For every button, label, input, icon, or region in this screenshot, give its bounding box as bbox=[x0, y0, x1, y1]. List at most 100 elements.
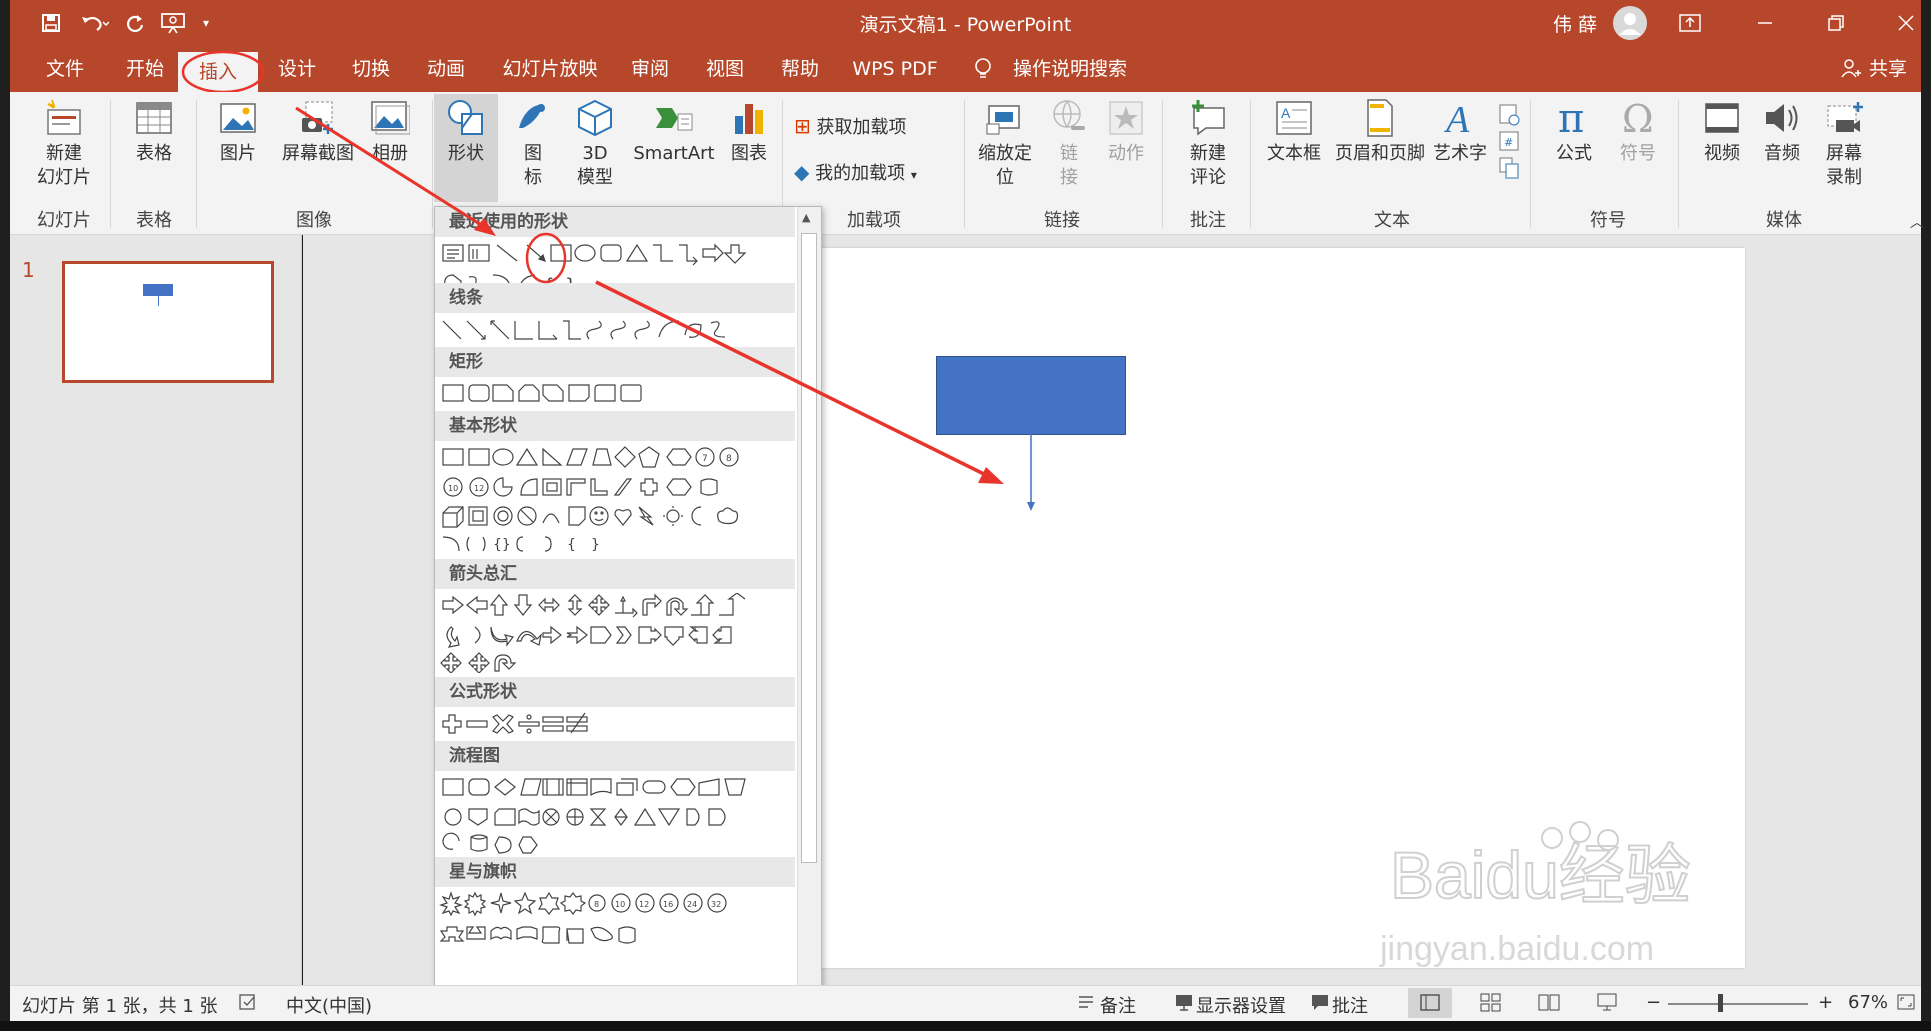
lines-row[interactable] bbox=[439, 317, 799, 345]
tab-animations[interactable]: 动画 bbox=[411, 46, 481, 92]
tab-home[interactable]: 开始 bbox=[110, 46, 180, 92]
spelling-icon[interactable] bbox=[238, 992, 258, 1017]
zoom-in-icon[interactable]: + bbox=[1818, 992, 1833, 1013]
slide-canvas[interactable]: Baidu经验 jingyan.baidu.com bbox=[820, 248, 1745, 968]
share-icon[interactable] bbox=[1838, 46, 1864, 92]
wordart-label: 艺术字 bbox=[1433, 143, 1487, 164]
thumbnail-arrow bbox=[158, 296, 159, 306]
tab-help[interactable]: 帮助 bbox=[765, 46, 835, 92]
3d-models-button[interactable]: 3D 模型 bbox=[562, 98, 628, 190]
svg-text:8: 8 bbox=[726, 454, 732, 464]
action-button[interactable]: 动作 bbox=[1098, 98, 1154, 166]
block-arrows-rows[interactable] bbox=[439, 593, 799, 673]
gallery-scrollbar[interactable]: ▲ ▼ bbox=[797, 207, 821, 1015]
zoom-slider-thumb[interactable] bbox=[1718, 994, 1723, 1012]
display-settings-button[interactable]: 显示器设置 bbox=[1196, 992, 1286, 1018]
collapse-ribbon-icon[interactable]: ︿ bbox=[1910, 212, 1924, 232]
basic-shapes-rows[interactable]: 7 8 10 12 {} { } bbox=[439, 445, 799, 553]
new-comment-button[interactable]: 新建 评论 bbox=[1176, 98, 1240, 190]
flowchart-rows[interactable] bbox=[439, 775, 799, 854]
chart-button[interactable]: 图表 bbox=[722, 98, 776, 166]
shapes-button[interactable]: 形状 bbox=[434, 94, 498, 202]
group-label-comments: 批注 bbox=[1190, 210, 1226, 231]
title-bar: ▾ 演示文稿1 - PowerPoint 伟 薛 bbox=[10, 0, 1921, 46]
chevron-down-icon: ▾ bbox=[910, 168, 917, 182]
tab-design[interactable]: 设计 bbox=[262, 46, 332, 92]
zoom-level[interactable]: 67% bbox=[1848, 992, 1888, 1013]
normal-view-button[interactable] bbox=[1408, 988, 1452, 1018]
new-slide-button[interactable]: 新建 幻灯片 bbox=[24, 98, 104, 190]
store-icon: ⊞ bbox=[794, 114, 811, 138]
ribbon-separator bbox=[964, 100, 965, 228]
display-settings-icon[interactable] bbox=[1174, 992, 1194, 1017]
lightbulb-icon[interactable] bbox=[968, 46, 998, 92]
fit-to-window-icon[interactable] bbox=[1896, 992, 1916, 1017]
slideshow-icon[interactable] bbox=[1596, 992, 1618, 1017]
equation-button[interactable]: π 公式 bbox=[1546, 98, 1602, 166]
photo-album-button[interactable]: 相册 bbox=[362, 98, 418, 166]
get-addins-button[interactable]: ⊞ 获取加载项 bbox=[794, 114, 934, 140]
comments-button[interactable]: 批注 bbox=[1332, 992, 1368, 1018]
text-small-buttons[interactable]: # bbox=[1494, 102, 1524, 189]
group-label-links: 链接 bbox=[1044, 210, 1080, 231]
photo-album-icon bbox=[371, 101, 410, 135]
3d-models-label: 3D 模型 bbox=[577, 143, 613, 188]
restore-icon[interactable] bbox=[1816, 6, 1856, 40]
reading-view-icon[interactable] bbox=[1538, 992, 1560, 1017]
tab-transitions[interactable]: 切换 bbox=[336, 46, 406, 92]
close-icon[interactable] bbox=[1886, 6, 1926, 40]
rectangles-row[interactable] bbox=[439, 381, 799, 409]
slide-thumbnail[interactable] bbox=[62, 261, 274, 383]
picture-button[interactable]: 图片 bbox=[210, 98, 266, 166]
category-lines: 线条 bbox=[435, 283, 795, 313]
svg-text:32: 32 bbox=[711, 900, 721, 909]
header-footer-button[interactable]: 页眉和页脚 bbox=[1330, 98, 1430, 166]
scroll-up-icon[interactable]: ▲ bbox=[802, 211, 810, 224]
tab-file[interactable]: 文件 bbox=[30, 46, 100, 92]
ribbon-display-options-icon[interactable] bbox=[1670, 6, 1710, 40]
screen-recording-button[interactable]: 屏幕 录制 bbox=[1814, 98, 1874, 190]
user-avatar[interactable] bbox=[1613, 6, 1647, 40]
link-button[interactable]: 链 接 bbox=[1044, 98, 1094, 190]
equation-shapes-row[interactable] bbox=[439, 711, 799, 739]
tell-me-search[interactable]: 操作说明搜索 bbox=[1005, 46, 1135, 92]
audio-label: 音频 bbox=[1764, 143, 1800, 164]
symbol-button[interactable]: Ω 符号 bbox=[1610, 98, 1666, 166]
my-addins-button[interactable]: ◆ 我的加载项 ▾ bbox=[794, 160, 954, 187]
scrollbar-thumb[interactable] bbox=[801, 233, 817, 863]
notes-icon[interactable] bbox=[1076, 992, 1096, 1017]
tab-wps-pdf[interactable]: WPS PDF bbox=[840, 46, 950, 92]
zoom-slider-track[interactable] bbox=[1668, 1003, 1808, 1005]
blue-rectangle-shape[interactable] bbox=[936, 356, 1126, 435]
wordart-button[interactable]: A 艺术字 bbox=[1430, 98, 1490, 166]
screenshot-button[interactable]: 屏幕截图 bbox=[272, 98, 364, 166]
audio-button[interactable]: 音频 bbox=[1754, 98, 1810, 166]
share-button[interactable]: 共享 bbox=[1866, 46, 1910, 92]
language-indicator[interactable]: 中文(中国) bbox=[286, 992, 372, 1018]
tab-review[interactable]: 审阅 bbox=[615, 46, 685, 92]
category-rectangles: 矩形 bbox=[435, 347, 795, 377]
minimize-icon[interactable] bbox=[1745, 6, 1785, 40]
tab-view[interactable]: 视图 bbox=[690, 46, 760, 92]
svg-text:A: A bbox=[1281, 105, 1291, 121]
ribbon-separator bbox=[1250, 100, 1251, 228]
category-basic-shapes: 基本形状 bbox=[435, 411, 795, 441]
connector-arrow-shape[interactable] bbox=[1020, 434, 1042, 514]
comments-icon[interactable] bbox=[1310, 992, 1330, 1017]
zoom-button[interactable]: 缩放定 位 bbox=[970, 98, 1040, 190]
zoom-out-icon[interactable]: − bbox=[1646, 992, 1661, 1013]
textbox-button[interactable]: A 文本框 bbox=[1262, 98, 1326, 166]
slide-info: 幻灯片 第 1 张，共 1 张 bbox=[22, 996, 218, 1017]
recent-shapes-row[interactable]: { } bbox=[439, 241, 799, 296]
notes-button[interactable]: 备注 bbox=[1100, 992, 1136, 1018]
smartart-button[interactable]: SmartArt bbox=[630, 98, 718, 166]
table-button[interactable]: 表格 bbox=[124, 98, 184, 166]
icons-button[interactable]: 图 标 bbox=[510, 98, 556, 190]
tab-slideshow[interactable]: 幻灯片放映 bbox=[490, 46, 610, 92]
ribbon-separator bbox=[432, 100, 433, 228]
cube-icon bbox=[578, 99, 612, 137]
slide-sorter-icon[interactable] bbox=[1480, 992, 1502, 1017]
shapes-gallery-dropdown: 最近使用的形状 { } bbox=[434, 206, 822, 1016]
stars-banners-rows[interactable]: 8 10 12 16 24 32 bbox=[439, 891, 799, 944]
video-button[interactable]: 视频 bbox=[1694, 98, 1750, 166]
